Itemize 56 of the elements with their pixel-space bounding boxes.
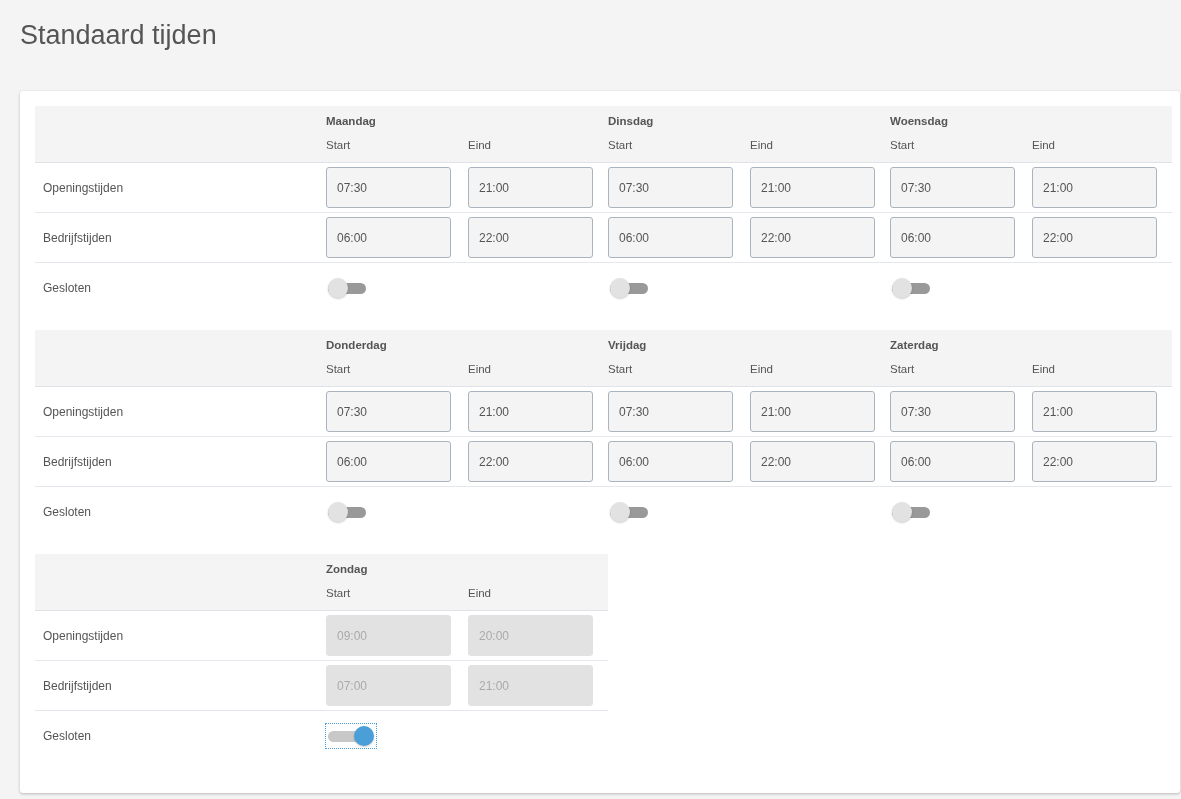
time-field[interactable]: 07:30 xyxy=(608,167,733,208)
column-header: Start xyxy=(326,587,351,599)
row-label: Openingstijden xyxy=(43,180,124,195)
time-field[interactable]: 21:00 xyxy=(468,391,593,432)
row-label: Openingstijden xyxy=(43,404,124,419)
time-field[interactable]: 06:00 xyxy=(608,441,733,482)
time-field[interactable]: 06:00 xyxy=(326,217,451,258)
day-name: Maandag xyxy=(326,115,377,129)
row-label: Bedrijfstijden xyxy=(43,230,112,245)
time-field[interactable]: 07:30 xyxy=(608,391,733,432)
row-label: Bedrijfstijden xyxy=(43,678,112,693)
column-header: Eind xyxy=(750,139,774,151)
day-name: Donderdag xyxy=(326,339,388,353)
row-label: Gesloten xyxy=(43,729,92,743)
time-field[interactable]: 21:00 xyxy=(468,167,593,208)
time-field[interactable]: 21:00 xyxy=(1032,391,1157,432)
time-field[interactable]: 21:00 xyxy=(1032,167,1157,208)
column-header: Eind xyxy=(1032,363,1056,375)
column-header: Eind xyxy=(468,587,492,599)
column-header: Start xyxy=(890,363,915,375)
time-field[interactable]: 07:30 xyxy=(326,391,451,432)
time-field[interactable]: 22:00 xyxy=(1032,441,1157,482)
day-name: Zondag xyxy=(326,563,369,577)
toggle-switch[interactable] xyxy=(325,723,377,749)
row-label: Openingstijden xyxy=(43,628,124,643)
day-name: Vrijdag xyxy=(608,339,648,353)
time-field[interactable]: 06:00 xyxy=(890,217,1015,258)
column-header: Start xyxy=(608,363,633,375)
column-header: Start xyxy=(326,139,351,151)
column-header: Eind xyxy=(750,363,774,375)
time-field[interactable]: 21:00 xyxy=(750,167,875,208)
row-label: Gesloten xyxy=(43,505,92,519)
page-title: Standaard tijden xyxy=(19,19,218,52)
column-header: Start xyxy=(608,139,633,151)
time-field[interactable]: 07:30 xyxy=(890,167,1015,208)
row-label: Gesloten xyxy=(43,281,92,295)
time-field[interactable]: 22:00 xyxy=(750,217,875,258)
day-name: Dinsdag xyxy=(608,115,655,129)
time-field[interactable]: 22:00 xyxy=(750,441,875,482)
column-header: Eind xyxy=(468,139,492,151)
column-header: Eind xyxy=(1032,139,1056,151)
time-field[interactable]: 22:00 xyxy=(468,217,593,258)
column-header: Eind xyxy=(468,363,492,375)
time-field[interactable]: 22:00 xyxy=(1032,217,1157,258)
time-field[interactable]: 07:30 xyxy=(890,391,1015,432)
time-field[interactable]: 07:30 xyxy=(326,167,451,208)
time-field[interactable]: 06:00 xyxy=(890,441,1015,482)
column-header: Start xyxy=(326,363,351,375)
column-header: Start xyxy=(890,139,915,151)
row-label: Bedrijfstijden xyxy=(43,454,112,469)
day-name: Zaterdag xyxy=(890,339,940,353)
time-field[interactable]: 21:00 xyxy=(750,391,875,432)
time-field[interactable]: 06:00 xyxy=(326,441,451,482)
day-name: Woensdag xyxy=(890,115,949,129)
time-field[interactable]: 22:00 xyxy=(468,441,593,482)
time-field[interactable]: 06:00 xyxy=(608,217,733,258)
